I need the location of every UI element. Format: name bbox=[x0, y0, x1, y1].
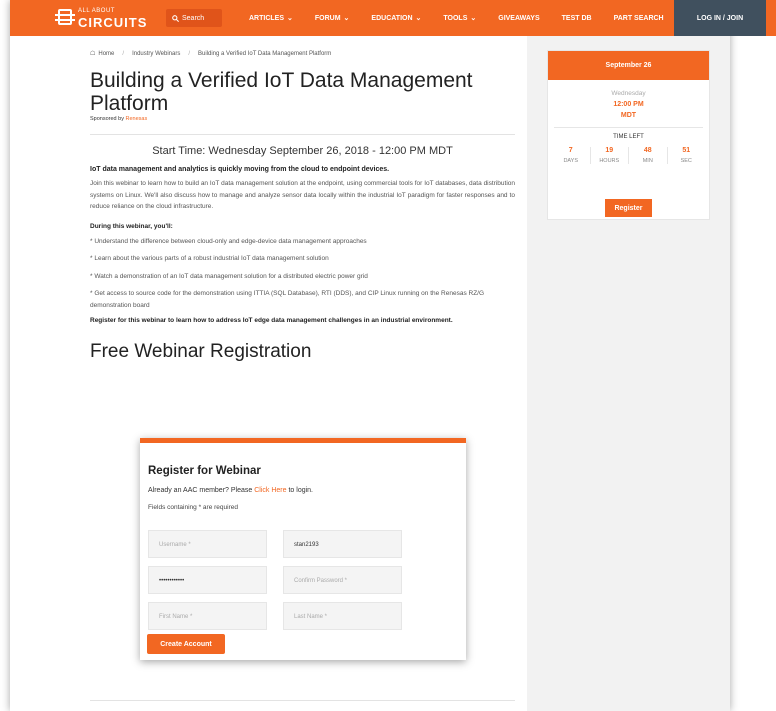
countdown-date: September 26 bbox=[548, 51, 709, 80]
nav-test-db[interactable]: TEST DB bbox=[551, 15, 603, 22]
divider bbox=[554, 127, 703, 128]
time-left-label: TIME LEFT bbox=[613, 134, 644, 140]
page-title: Building a Verified IoT Data Management … bbox=[90, 69, 473, 115]
search-icon bbox=[172, 14, 179, 22]
nav-part-search[interactable]: PART SEARCH bbox=[603, 15, 675, 22]
countdown-widget: September 26 Wednesday 12:00 PM MDT TIME… bbox=[547, 50, 710, 220]
nav-test-db-label: TEST DB bbox=[561, 14, 592, 22]
nav-giveaways[interactable]: GIVEAWAYS bbox=[487, 15, 550, 22]
breadcrumb-separator: / bbox=[188, 50, 190, 57]
list-item: * Learn about the various parts of a rob… bbox=[90, 255, 329, 262]
nav-part-search-label: PART SEARCH bbox=[613, 14, 664, 22]
chevron-down-icon: ⌄ bbox=[343, 15, 350, 22]
breadcrumb-section[interactable]: Industry Webinars bbox=[132, 51, 180, 57]
sponsor-line: Sponsored by Renesas bbox=[90, 116, 515, 122]
countdown-days: 7 DAYS bbox=[552, 147, 591, 164]
sidebar-register-button[interactable]: Register bbox=[605, 199, 652, 217]
breadcrumb-current: Building a Verified IoT Data Management … bbox=[198, 50, 332, 57]
chip-icon bbox=[55, 9, 75, 25]
nav-tools-label: TOOLS bbox=[443, 14, 468, 22]
nav-education-label: EDUCATION bbox=[371, 14, 413, 22]
countdown-hours: 19 HOURS bbox=[591, 147, 629, 164]
list-item: * Watch a demonstration of an IoT data m… bbox=[90, 272, 368, 280]
password-field[interactable]: •••••••••••• bbox=[148, 566, 267, 594]
list-item: * Understand the difference between clou… bbox=[90, 237, 367, 245]
nav-forum-label: FORUM bbox=[314, 14, 341, 22]
hours-value: 19 bbox=[605, 147, 614, 154]
chevron-down-icon: ⌄ bbox=[415, 15, 422, 22]
countdown-weekday: Wednesday bbox=[611, 90, 646, 97]
home-icon: ☖ bbox=[90, 51, 96, 57]
days-label: DAYS bbox=[563, 158, 579, 164]
lead-text: IoT data management and analytics is qui… bbox=[90, 166, 390, 173]
days-value: 7 bbox=[568, 147, 573, 154]
search-placeholder: Search bbox=[182, 14, 205, 22]
start-time: Start Time: Wednesday September 26, 2018… bbox=[152, 145, 453, 157]
breadcrumb: ☖ Home / Industry Webinars / Building a … bbox=[90, 50, 515, 58]
search-input[interactable]: Search bbox=[166, 9, 222, 27]
countdown-seconds: 51 SEC bbox=[668, 147, 706, 164]
login-join-button[interactable]: LOG IN / JOIN bbox=[674, 0, 766, 36]
nav-education[interactable]: EDUCATION ⌄ bbox=[360, 14, 432, 23]
form-title: Register for Webinar bbox=[148, 465, 261, 477]
nav-articles[interactable]: ARTICLES ⌄ bbox=[238, 14, 304, 23]
confirm-password-field[interactable]: Confirm Password * bbox=[283, 566, 402, 594]
nav-tools[interactable]: TOOLS ⌄ bbox=[432, 14, 487, 23]
list-item: * Get access to source code for the demo… bbox=[90, 290, 485, 309]
required-note: Fields containing * are required bbox=[148, 504, 238, 511]
sponsor-link[interactable]: Renesas bbox=[125, 116, 147, 122]
nav-giveaways-label: GIVEAWAYS bbox=[498, 14, 540, 22]
countdown-timezone: MDT bbox=[620, 112, 637, 119]
main-nav: ARTICLES ⌄ FORUM ⌄ EDUCATION ⌄ TOOLS ⌄ GIVEA… bbox=[238, 0, 675, 36]
nav-forum[interactable]: FORUM ⌄ bbox=[304, 14, 361, 23]
seconds-label: SEC bbox=[680, 158, 692, 164]
hours-label: HOURS bbox=[599, 158, 620, 164]
login-note-suffix: to login. bbox=[288, 487, 314, 494]
email-field[interactable]: stan2193 bbox=[283, 530, 402, 558]
body-paragraph: Join this webinar to learn how to build … bbox=[90, 180, 515, 210]
login-link[interactable]: Click Here bbox=[254, 487, 286, 494]
login-note-prefix: Already an AAC member? Please bbox=[148, 487, 253, 494]
countdown-time: 12:00 PM bbox=[613, 101, 644, 108]
minutes-value: 48 bbox=[643, 147, 652, 154]
minutes-label: MIN bbox=[642, 158, 653, 164]
first-name-field[interactable]: First Name * bbox=[148, 602, 267, 630]
breadcrumb-home[interactable]: Home bbox=[98, 51, 114, 57]
chevron-down-icon: ⌄ bbox=[287, 15, 293, 22]
nav-articles-label: ARTICLES bbox=[249, 14, 284, 22]
divider bbox=[90, 134, 515, 135]
breadcrumb-separator: / bbox=[122, 50, 125, 57]
site-logo[interactable]: ALL ABOUT CIRCUITS bbox=[55, 7, 148, 30]
countdown-minutes: 48 MIN bbox=[629, 147, 668, 164]
during-heading: During this webinar, you'll: bbox=[90, 222, 173, 230]
create-account-button[interactable]: Create Account bbox=[147, 634, 225, 654]
closing-text: Register for this webinar to learn how t… bbox=[90, 317, 453, 324]
logo-big-text: CIRCUITS bbox=[78, 15, 148, 30]
main-content: ☖ Home / Industry Webinars / Building a … bbox=[90, 50, 515, 363]
registration-form: Register for Webinar Already an AAC memb… bbox=[140, 438, 466, 660]
countdown-units: 7 DAYS 19 HOURS 48 MIN 51 SEC bbox=[552, 147, 705, 164]
top-nav-bar: ALL ABOUT CIRCUITS Search ARTICLES ⌄ FORU… bbox=[10, 0, 776, 36]
divider bbox=[90, 700, 515, 701]
seconds-value: 51 bbox=[682, 147, 691, 154]
username-field[interactable]: Username * bbox=[148, 530, 267, 558]
login-note: Already an AAC member? Please Click Here… bbox=[148, 487, 313, 494]
last-name-field[interactable]: Last Name * bbox=[283, 602, 402, 630]
registration-heading: Free Webinar Registration bbox=[90, 340, 312, 362]
sponsor-prefix: Sponsored by bbox=[90, 116, 124, 122]
chevron-down-icon: ⌄ bbox=[470, 15, 477, 22]
